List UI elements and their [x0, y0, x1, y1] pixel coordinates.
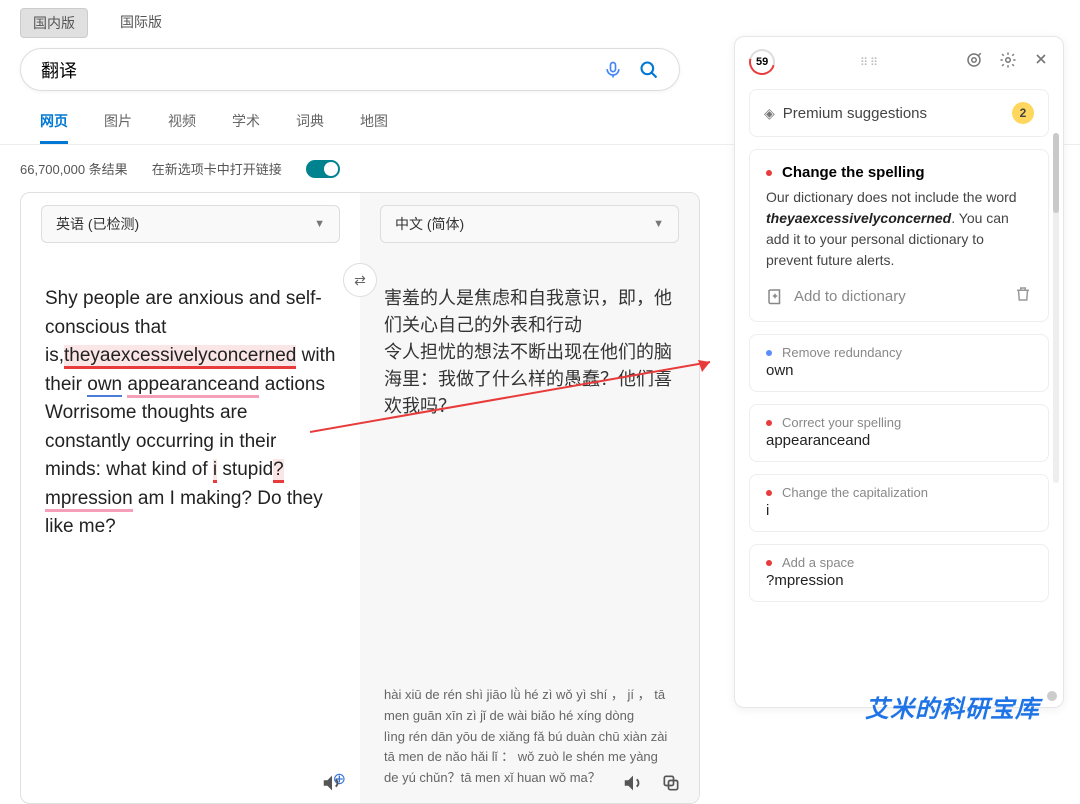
tab-dict[interactable]: 词典 [296, 101, 324, 144]
premium-count-badge: 2 [1012, 102, 1034, 124]
chevron-down-icon: ▼ [314, 218, 325, 230]
card-title: Change the spelling [782, 164, 925, 181]
source-column: 英语 (已检测) ▼ Shy people are anxious and se… [21, 193, 360, 803]
red-dot-icon [766, 490, 772, 496]
source-lang-dropdown[interactable]: 英语 (已检测) ▼ [41, 205, 340, 243]
tab-web[interactable]: 网页 [40, 101, 68, 144]
suggestion-card[interactable]: Add a space ?mpression [749, 544, 1049, 602]
card-title: Correct your spelling [782, 415, 901, 430]
target-icon[interactable] [965, 51, 983, 74]
tab-academic[interactable]: 学术 [232, 101, 260, 144]
book-plus-icon [766, 287, 784, 305]
target-lang-dropdown[interactable]: 中文 (简体) ▼ [380, 205, 679, 243]
error-underline[interactable]: own [87, 374, 122, 397]
suggestion-card[interactable]: Correct your spelling appearanceand [749, 404, 1049, 462]
red-dot-icon [766, 420, 772, 426]
speaker-icon[interactable] [320, 771, 344, 795]
card-title: Change the capitalization [782, 485, 928, 500]
drag-handle-icon[interactable]: ⠿⠿ [860, 56, 880, 69]
score-badge[interactable]: 59 [744, 44, 780, 80]
card-body: Our dictionary does not include the word… [766, 187, 1032, 271]
domestic-tab[interactable]: 国内版 [20, 8, 88, 38]
search-bar [20, 48, 680, 91]
suggestion-card[interactable]: Remove redundancy own [749, 334, 1049, 392]
search-input[interactable] [41, 59, 603, 80]
search-icon[interactable] [639, 60, 659, 80]
gear-icon[interactable] [999, 51, 1017, 74]
error-underline[interactable]: mpression [45, 488, 133, 512]
card-word: appearanceand [766, 432, 1032, 449]
grammar-panel: 59 ⠿⠿ ◈ Premium suggestions 2 Change the… [734, 36, 1064, 708]
open-new-label: 在新选项卡中打开链接 [152, 159, 282, 178]
tab-video[interactable]: 视频 [168, 101, 196, 144]
premium-label: Premium suggestions [783, 105, 927, 122]
swap-languages-button[interactable]: ⇄ [343, 263, 377, 297]
watermark: 艾米的科研宝库 [865, 689, 1040, 724]
copy-icon[interactable] [659, 771, 683, 795]
international-tab[interactable]: 国际版 [108, 8, 174, 38]
tab-image[interactable]: 图片 [104, 101, 132, 144]
error-underline[interactable]: theyaexcessivelyconcerned [64, 345, 296, 369]
panel-header: 59 ⠿⠿ [735, 37, 1063, 85]
tab-map[interactable]: 地图 [360, 101, 388, 144]
speaker-icon[interactable] [621, 771, 645, 795]
card-word: i [766, 502, 1032, 519]
scrollbar[interactable] [1053, 133, 1059, 483]
error-underline[interactable]: ? [273, 459, 284, 483]
premium-suggestions-card[interactable]: ◈ Premium suggestions 2 [749, 89, 1049, 137]
card-word: own [766, 362, 1032, 379]
close-icon[interactable] [1033, 51, 1049, 74]
open-new-toggle[interactable] [306, 160, 340, 178]
mic-icon[interactable] [603, 60, 623, 80]
suggestion-card-expanded[interactable]: Change the spelling Our dictionary does … [749, 149, 1049, 322]
card-word: ?mpression [766, 572, 1032, 589]
resize-handle-icon[interactable] [1047, 691, 1057, 701]
diamond-icon: ◈ [764, 105, 775, 122]
target-lang-label: 中文 (简体) [395, 214, 464, 234]
blue-dot-icon [766, 350, 772, 356]
red-dot-icon [766, 170, 772, 176]
scrollbar-thumb[interactable] [1053, 133, 1059, 213]
add-to-dictionary-button[interactable]: Add to dictionary [766, 287, 906, 305]
suggestion-card[interactable]: Change the capitalization i [749, 474, 1049, 532]
chevron-down-icon: ▼ [653, 218, 664, 230]
panel-body: ◈ Premium suggestions 2 Change the spell… [735, 85, 1063, 707]
target-column: 中文 (简体) ▼ 害羞的人是焦虑和自我意识，即，他们关心自己的外表和行动 令人… [360, 193, 699, 803]
card-title: Remove redundancy [782, 345, 902, 360]
red-dot-icon [766, 560, 772, 566]
error-underline[interactable]: appearanceand [127, 374, 259, 398]
trash-icon[interactable] [1014, 285, 1032, 307]
card-title: Add a space [782, 555, 854, 570]
result-count: 66,700,000 条结果 [20, 159, 128, 178]
source-lang-label: 英语 (已检测) [56, 214, 139, 234]
source-text[interactable]: Shy people are anxious and self-consciou… [21, 255, 360, 685]
target-text: 害羞的人是焦虑和自我意识，即，他们关心自己的外表和行动 令人担忧的想法不断出现在… [360, 255, 699, 685]
translate-widget: 英语 (已检测) ▼ Shy people are anxious and se… [20, 192, 700, 804]
version-tabs: 国内版 国际版 [0, 0, 1080, 38]
